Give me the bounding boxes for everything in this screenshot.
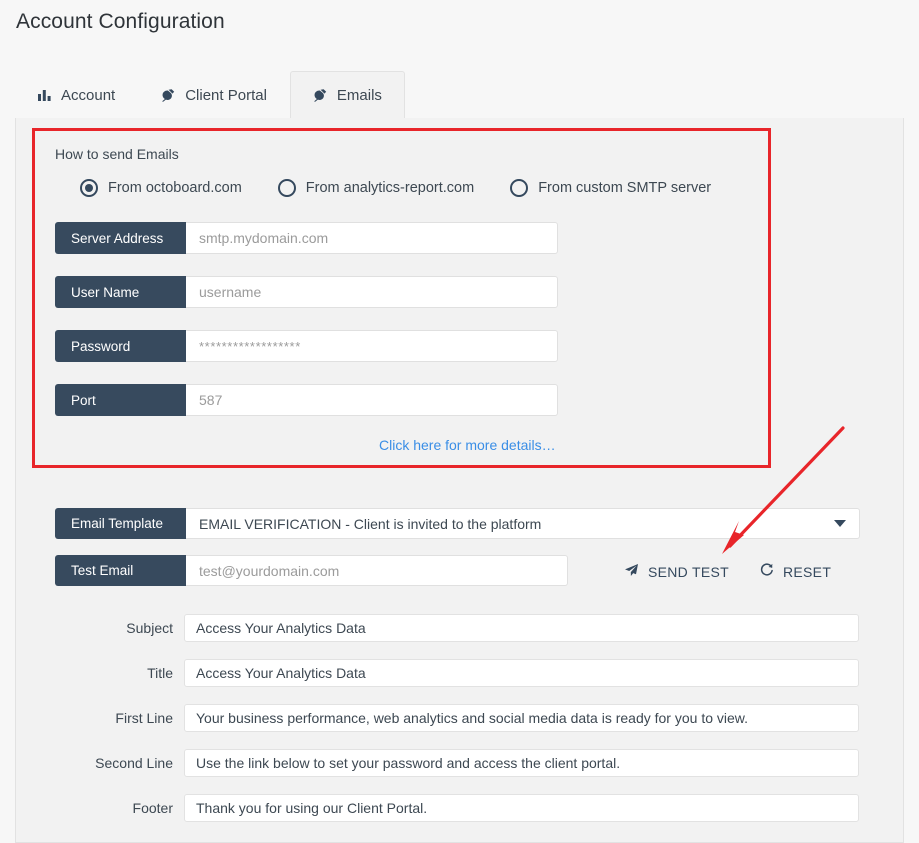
- test-email-row: Test Email test@yourdomain.com: [55, 555, 568, 586]
- email-template-row: Email Template EMAIL VERIFICATION - Clie…: [55, 508, 860, 539]
- send-test-label: SEND TEST: [648, 563, 730, 580]
- plug-icon: [313, 88, 328, 102]
- radio-label: From octoboard.com: [108, 180, 242, 196]
- second-line-row: Second Line Use the link below to set yo…: [14, 749, 859, 777]
- bar-chart-icon: [38, 88, 52, 102]
- server-address-label: Server Address: [55, 222, 186, 254]
- footer-row: Footer Thank you for using our Client Po…: [14, 794, 859, 822]
- tab-client-portal-label: Client Portal: [185, 86, 267, 104]
- subject-input[interactable]: Access Your Analytics Data: [184, 614, 859, 642]
- second-line-input[interactable]: Use the link below to set your password …: [184, 749, 859, 777]
- paper-plane-icon: [624, 563, 639, 580]
- how-to-send-emails-heading: How to send Emails: [55, 146, 179, 162]
- email-template-value: EMAIL VERIFICATION - Client is invited t…: [199, 515, 542, 532]
- radio-indicator: [510, 179, 529, 197]
- refresh-icon: [760, 563, 774, 580]
- radio-indicator: [80, 179, 98, 197]
- server-address-input[interactable]: smtp.mydomain.com: [186, 222, 558, 254]
- tab-bar: Account Client Portal Emails: [15, 67, 904, 119]
- tab-emails-label: Emails: [336, 86, 382, 104]
- tab-emails[interactable]: Emails: [289, 71, 405, 119]
- radio-from-octoboard[interactable]: From octoboard.com: [80, 179, 242, 197]
- plug-icon: [161, 88, 176, 102]
- user-name-input[interactable]: username: [186, 276, 558, 308]
- reset-button[interactable]: RESET: [760, 563, 831, 580]
- first-line-row: First Line Your business performance, we…: [14, 704, 859, 732]
- page-title: Account Configuration: [16, 10, 225, 33]
- subject-row: Subject Access Your Analytics Data: [14, 614, 859, 642]
- port-input[interactable]: 587: [186, 384, 558, 416]
- server-address-row: Server Address smtp.mydomain.com: [55, 222, 558, 254]
- radio-from-analytics-report[interactable]: From analytics-report.com: [277, 179, 475, 197]
- footer-label: Footer: [132, 800, 173, 816]
- port-label: Port: [55, 384, 186, 416]
- first-line-label: First Line: [115, 710, 173, 726]
- email-template-label: Email Template: [55, 508, 186, 539]
- more-details-link[interactable]: Click here for more details…: [379, 437, 556, 453]
- tab-client-portal[interactable]: Client Portal: [138, 71, 290, 118]
- test-email-label: Test Email: [55, 555, 186, 586]
- radio-from-custom-smtp[interactable]: From custom SMTP server: [510, 179, 711, 197]
- title-label: Title: [147, 665, 173, 681]
- tab-account[interactable]: Account: [15, 71, 138, 118]
- email-template-select[interactable]: EMAIL VERIFICATION - Client is invited t…: [186, 508, 860, 539]
- footer-input[interactable]: Thank you for using our Client Portal.: [184, 794, 859, 822]
- port-row: Port 587: [55, 384, 558, 416]
- title-row: Title Access Your Analytics Data: [14, 659, 859, 687]
- radio-indicator: [277, 179, 296, 197]
- title-input[interactable]: Access Your Analytics Data: [184, 659, 859, 687]
- tab-account-label: Account: [61, 86, 116, 104]
- radio-label: From custom SMTP server: [538, 180, 712, 196]
- second-line-label: Second Line: [95, 755, 173, 771]
- user-name-row: User Name username: [55, 276, 558, 308]
- send-test-button[interactable]: SEND TEST: [624, 563, 729, 580]
- chevron-down-icon: [834, 520, 846, 527]
- password-label: Password: [55, 330, 186, 362]
- subject-label: Subject: [126, 620, 173, 636]
- password-input[interactable]: ******************: [186, 330, 558, 362]
- reset-label: RESET: [783, 563, 832, 580]
- test-email-input[interactable]: test@yourdomain.com: [186, 555, 568, 586]
- first-line-input[interactable]: Your business performance, web analytics…: [184, 704, 859, 732]
- password-row: Password ******************: [55, 330, 558, 362]
- send-method-radio-group: From octoboard.com From analytics-report…: [80, 179, 711, 197]
- user-name-label: User Name: [55, 276, 186, 308]
- radio-label: From analytics-report.com: [305, 180, 475, 196]
